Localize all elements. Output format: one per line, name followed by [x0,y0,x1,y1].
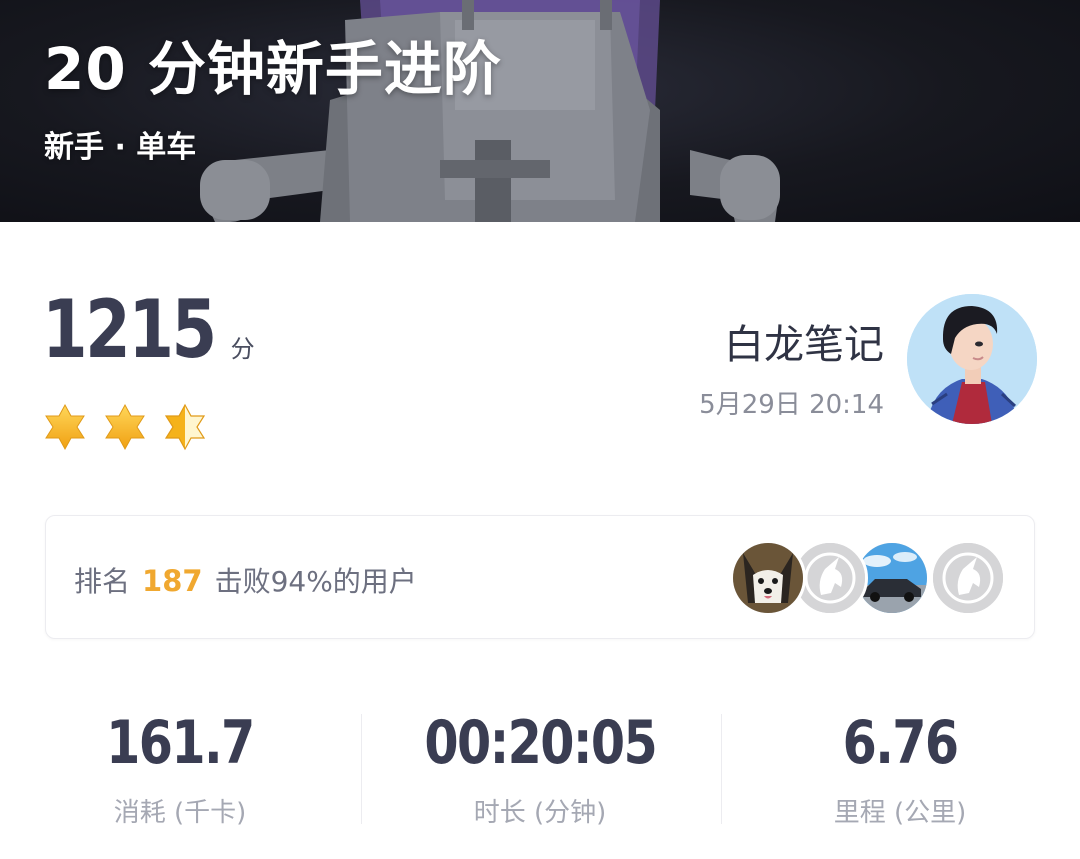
star-rating [40,402,210,452]
ranking-suffix: 击败94%的用户 [214,565,417,598]
stat-label: 里程 (公里) [833,798,967,828]
workout-stats: 161.7 消耗 (千卡) 00:20:05 时长 (分钟) 6.76 里程 (… [0,700,1080,840]
stat-label: 消耗 (千卡) [113,798,247,828]
ranking-card[interactable]: 排名 187 击败94%的用户 [45,515,1035,639]
score-value: 1215 [42,283,217,376]
workout-datetime: 5月29日 20:14 [699,390,884,420]
workout-hero-banner: 20 分钟新手进阶 新手 · 单车 [0,0,1080,222]
star-half-icon [164,403,206,451]
stat-distance: 6.76 里程 (公里) [720,700,1080,829]
star-full-icon [105,403,145,451]
stat-label: 时长 (分钟) [473,798,607,828]
stat-value: 161.7 [106,708,255,778]
ranking-number: 187 [142,564,203,598]
unicorn-logo-avatar [930,540,1006,616]
husky-dog-avatar [730,540,806,616]
workout-subtitle: 新手 · 单车 [44,130,197,165]
star-full-icon [45,403,85,451]
stat-calories: 161.7 消耗 (千卡) [0,700,360,829]
workout-title: 20 分钟新手进阶 [44,35,502,103]
score-unit: 分 [230,335,255,363]
user-name: 白龙笔记 [724,322,884,368]
stat-duration: 00:20:05 时长 (分钟) [360,700,720,829]
ranking-prefix: 排名 [74,565,131,598]
score: 1215 分 [42,283,255,376]
user-avatar[interactable] [907,294,1037,424]
ranking-summary: 排名 187 击败94%的用户 [74,560,417,600]
stat-value: 00:20:05 [424,708,657,778]
stat-value: 6.76 [842,708,959,778]
